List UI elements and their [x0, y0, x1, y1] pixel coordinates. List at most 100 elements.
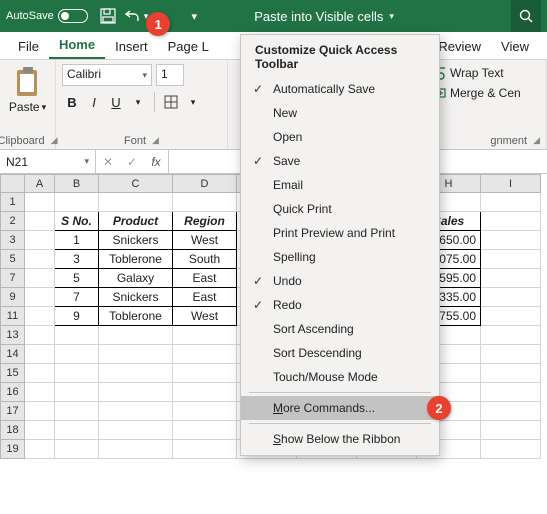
cell[interactable]: South — [173, 250, 237, 269]
cell[interactable]: West — [173, 307, 237, 326]
cell[interactable]: East — [173, 288, 237, 307]
col-header[interactable]: C — [99, 175, 173, 193]
cell[interactable]: Toblerone — [99, 250, 173, 269]
col-header[interactable]: B — [55, 175, 99, 193]
row-header[interactable]: 1 — [1, 193, 25, 212]
cell[interactable] — [25, 269, 55, 288]
cell[interactable] — [173, 364, 237, 383]
qat-customize-icon[interactable]: ▾ — [185, 7, 203, 25]
cell[interactable]: Toblerone — [99, 307, 173, 326]
autosave-toggle[interactable]: AutoSave — [6, 9, 88, 23]
cell[interactable] — [25, 288, 55, 307]
qat-menu-item[interactable]: ✓Automatically Save — [241, 77, 439, 101]
cell[interactable]: 7 — [55, 288, 99, 307]
tab-page-layout[interactable]: Page L — [158, 35, 219, 59]
cell[interactable] — [25, 326, 55, 345]
cell[interactable]: 5 — [55, 269, 99, 288]
name-box[interactable]: N21 ▾ — [0, 150, 96, 173]
cell[interactable] — [173, 440, 237, 459]
cell[interactable] — [55, 345, 99, 364]
bold-button[interactable]: B — [62, 92, 82, 112]
cell[interactable] — [25, 250, 55, 269]
cell[interactable] — [55, 326, 99, 345]
cell[interactable] — [25, 307, 55, 326]
cell[interactable] — [173, 345, 237, 364]
border-button[interactable] — [161, 92, 181, 112]
cell[interactable]: Region — [173, 212, 237, 231]
row-header[interactable]: 11 — [1, 307, 25, 326]
cell[interactable] — [25, 402, 55, 421]
qat-menu-item[interactable]: ✓Save — [241, 149, 439, 173]
qat-menu-item[interactable]: New — [241, 101, 439, 125]
col-header[interactable]: A — [25, 175, 55, 193]
cell[interactable]: Snickers — [99, 231, 173, 250]
qat-show-below-ribbon[interactable]: Show Below the Ribbon — [241, 427, 439, 451]
cell[interactable] — [55, 364, 99, 383]
cell[interactable] — [25, 193, 55, 212]
cell[interactable] — [481, 212, 541, 231]
cell[interactable] — [25, 231, 55, 250]
row-header[interactable]: 3 — [1, 231, 25, 250]
cell[interactable] — [481, 307, 541, 326]
cell[interactable] — [99, 440, 173, 459]
cell[interactable]: S No. — [55, 212, 99, 231]
cell[interactable] — [173, 402, 237, 421]
cell[interactable] — [99, 345, 173, 364]
row-header[interactable]: 2 — [1, 212, 25, 231]
paste-button[interactable]: Paste▾ — [6, 64, 49, 114]
cell[interactable] — [55, 421, 99, 440]
select-all-corner[interactable] — [1, 175, 25, 193]
cell[interactable]: 3 — [55, 250, 99, 269]
font-name-select[interactable]: Calibri▾ — [62, 64, 152, 86]
row-header[interactable]: 15 — [1, 364, 25, 383]
row-header[interactable]: 14 — [1, 345, 25, 364]
cell[interactable] — [99, 193, 173, 212]
font-size-select[interactable]: 1 — [156, 64, 184, 86]
cell[interactable]: East — [173, 269, 237, 288]
row-header[interactable]: 13 — [1, 326, 25, 345]
cell[interactable] — [481, 383, 541, 402]
cell[interactable] — [55, 440, 99, 459]
cell[interactable] — [55, 402, 99, 421]
qat-menu-item[interactable]: Email — [241, 173, 439, 197]
italic-button[interactable]: I — [84, 92, 104, 112]
row-header[interactable]: 19 — [1, 440, 25, 459]
cell[interactable] — [481, 326, 541, 345]
tab-insert[interactable]: Insert — [105, 35, 158, 59]
cell[interactable] — [481, 402, 541, 421]
cell[interactable]: Product — [99, 212, 173, 231]
tab-file[interactable]: File — [8, 35, 49, 59]
cell[interactable] — [25, 383, 55, 402]
cell[interactable] — [55, 383, 99, 402]
cell[interactable] — [481, 269, 541, 288]
cell[interactable]: 1 — [55, 231, 99, 250]
cell[interactable] — [173, 326, 237, 345]
alignment-launcher-icon[interactable]: ◢ — [533, 135, 540, 147]
tab-home[interactable]: Home — [49, 33, 105, 59]
qat-menu-item[interactable]: Print Preview and Print — [241, 221, 439, 245]
cell[interactable] — [173, 193, 237, 212]
cell[interactable] — [481, 250, 541, 269]
cell[interactable] — [99, 421, 173, 440]
cell[interactable] — [55, 193, 99, 212]
cancel-formula-icon[interactable]: ✕ — [96, 155, 120, 169]
qat-more-commands[interactable]: More Commands... 2 — [241, 396, 439, 420]
cell[interactable] — [481, 345, 541, 364]
qat-menu-item[interactable]: Sort Ascending — [241, 317, 439, 341]
autosave-switch[interactable] — [58, 9, 88, 23]
row-header[interactable]: 17 — [1, 402, 25, 421]
underline-button[interactable]: U — [106, 92, 126, 112]
row-header[interactable]: 16 — [1, 383, 25, 402]
enter-formula-icon[interactable]: ✓ — [120, 155, 144, 169]
undo-icon[interactable] — [123, 7, 141, 25]
qat-menu-item[interactable]: Touch/Mouse Mode — [241, 365, 439, 389]
workbook-title-dd[interactable]: ▾ — [389, 11, 394, 22]
qat-menu-item[interactable]: Open — [241, 125, 439, 149]
tab-view[interactable]: View — [491, 35, 539, 59]
save-icon[interactable] — [99, 7, 117, 25]
cell[interactable] — [481, 421, 541, 440]
cell[interactable]: Snickers — [99, 288, 173, 307]
col-header[interactable]: D — [173, 175, 237, 193]
cell[interactable] — [481, 193, 541, 212]
row-header[interactable]: 18 — [1, 421, 25, 440]
